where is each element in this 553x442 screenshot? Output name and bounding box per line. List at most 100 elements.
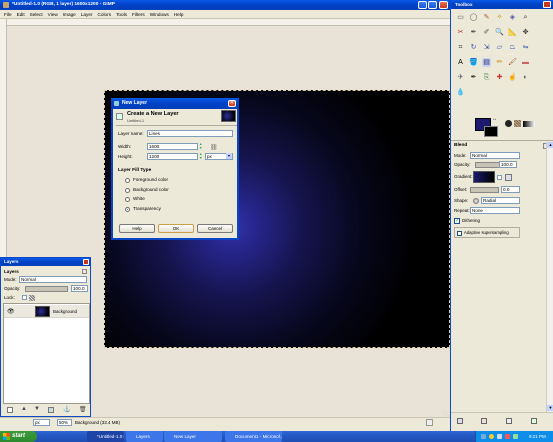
brush-indicator-icon[interactable] [505, 120, 512, 127]
raise-layer-icon[interactable]: ▲ [21, 406, 27, 412]
perspective-tool-icon[interactable]: ⏢ [508, 43, 517, 52]
menu-windows[interactable]: Windows [150, 10, 169, 19]
adaptive-supersampling-checkbox[interactable] [457, 231, 462, 236]
width-spin-arrows[interactable]: ▲ ▼ [199, 142, 202, 150]
scroll-up-icon[interactable]: ▲ [547, 142, 553, 148]
menu-edit[interactable]: Edit [17, 10, 25, 19]
cancel-button[interactable]: Cancel [197, 224, 233, 233]
scroll-down-icon[interactable]: ▼ [547, 405, 553, 411]
color-picker-icon[interactable]: ✐ [482, 28, 491, 37]
menu-file[interactable]: File [4, 10, 12, 19]
tray-icon-1[interactable] [481, 434, 486, 439]
magnify-icon[interactable]: 🔍 [495, 28, 504, 37]
dialog-close-button[interactable]: ✕ [228, 100, 236, 107]
layers-opacity-slider[interactable] [25, 286, 68, 292]
save-options-icon[interactable] [457, 418, 463, 424]
crop-tool-icon[interactable]: ⌗ [456, 43, 465, 52]
paths-icon[interactable]: ✒ [469, 28, 478, 37]
clone-tool-icon[interactable]: ⎘ [482, 73, 491, 82]
toolbox-scrollbar[interactable]: ▲ ▼ [546, 142, 553, 412]
scissors-icon[interactable]: ✂ [456, 28, 465, 37]
gradient-indicator-icon[interactable] [523, 121, 535, 127]
zoom-level[interactable]: 50% [57, 419, 72, 426]
delete-options-icon[interactable] [506, 418, 512, 424]
menu-layer[interactable]: Layer [81, 10, 93, 19]
text-tool-icon[interactable]: A [456, 58, 465, 67]
bucket-fill-icon[interactable]: 🪣 [469, 58, 478, 67]
taskbar-item[interactable]: Layers [126, 431, 163, 442]
airbrush-tool-icon[interactable]: ✈ [456, 73, 465, 82]
anchor-layer-icon[interactable]: ⚓ [63, 406, 70, 413]
pencil-tool-icon[interactable]: ✏ [495, 58, 504, 67]
menu-colors[interactable]: Colors [98, 10, 112, 19]
free-select-icon[interactable]: ✎ [482, 13, 491, 22]
gradient-preview[interactable] [473, 171, 495, 183]
new-layer-icon[interactable] [7, 407, 13, 413]
rotate-tool-icon[interactable]: ↻ [469, 43, 478, 52]
width-input[interactable]: 1600 [147, 143, 198, 150]
delete-layer-icon[interactable]: 🗑 [79, 406, 87, 413]
swap-colors-icon[interactable]: ↔ [492, 116, 497, 122]
layers-tab-menu-icon[interactable] [82, 269, 87, 274]
repeat-select[interactable]: None [470, 207, 520, 214]
height-spin-arrows[interactable]: ▲ ▼ [199, 152, 202, 160]
menu-filters[interactable]: Filters [132, 10, 145, 19]
layers-opacity-value[interactable]: 100.0 [71, 285, 88, 292]
fill-radio-foreground-color[interactable] [125, 178, 130, 183]
taskbar-item[interactable]: *Untitled-1.0 (R... [87, 431, 124, 442]
minimize-button[interactable] [418, 1, 427, 9]
fill-radio-white[interactable] [125, 197, 130, 202]
ellipse-select-icon[interactable]: ◯ [469, 13, 478, 22]
reset-options-icon[interactable] [531, 418, 537, 424]
gradient-editor-icon[interactable] [505, 174, 512, 181]
menu-image[interactable]: Image [63, 10, 76, 19]
layer-name-input[interactable]: Lines [147, 130, 233, 137]
layers-close-button[interactable] [83, 259, 89, 265]
paintbrush-tool-icon[interactable]: 🖌 [508, 58, 517, 67]
heal-tool-icon[interactable]: ✚ [495, 73, 504, 82]
eraser-tool-icon[interactable]: ▬ [521, 58, 530, 67]
blend-mode-select[interactable]: Normal [470, 152, 520, 159]
restore-options-icon[interactable] [481, 418, 487, 424]
fill-radio-transparency[interactable] [125, 206, 130, 212]
rect-select-icon[interactable]: ▭ [456, 13, 465, 22]
taskbar-item[interactable]: New Layer [164, 431, 222, 442]
layers-list[interactable]: 👁 Background [3, 303, 90, 404]
unit-selector[interactable]: px [33, 419, 50, 426]
background-color-swatch[interactable] [484, 126, 498, 137]
unit-dropdown-icon[interactable]: ▾ [226, 153, 232, 159]
height-input[interactable]: 1200 [147, 153, 198, 160]
close-button[interactable] [439, 1, 448, 9]
shape-select[interactable]: Radial [481, 197, 520, 204]
scale-tool-icon[interactable]: ⇲ [482, 43, 491, 52]
lock-pixels-checkbox[interactable] [22, 295, 27, 300]
measure-icon[interactable]: 📐 [508, 28, 517, 37]
flip-tool-icon[interactable]: ⇋ [521, 43, 530, 52]
duplicate-layer-icon[interactable] [48, 407, 54, 413]
lower-layer-icon[interactable]: ▼ [34, 406, 40, 412]
chain-link-icon[interactable]: ⛓ [210, 144, 218, 151]
fill-radio-background-color[interactable] [125, 187, 130, 193]
menu-view[interactable]: View [48, 10, 58, 19]
start-button[interactable]: start [0, 431, 37, 442]
taskbar-item[interactable]: Document1 - Microsof... [225, 431, 282, 442]
blur-sharpen-icon[interactable]: 💧 [456, 88, 465, 97]
help-button[interactable]: Help [119, 224, 155, 233]
tray-icon-3[interactable] [497, 434, 502, 439]
move-tool-icon[interactable]: ✥ [521, 28, 530, 37]
maximize-button[interactable] [428, 1, 437, 9]
reverse-gradient-checkbox[interactable] [497, 175, 502, 180]
menu-tools[interactable]: Tools [116, 10, 127, 19]
blend-opacity-value[interactable]: 100.0 [499, 161, 517, 168]
tray-icon-4[interactable] [505, 434, 510, 439]
blend-tool-icon[interactable]: ▤ [482, 58, 491, 67]
tray-icon-5[interactable] [513, 434, 518, 439]
pattern-indicator-icon[interactable] [514, 120, 521, 127]
fuzzy-select-icon[interactable]: ✧ [495, 13, 504, 22]
layer-visibility-eye-icon[interactable]: 👁 [7, 308, 15, 315]
ok-button[interactable]: OK [158, 224, 194, 233]
offset-slider[interactable] [470, 187, 499, 193]
layer-row-background[interactable]: 👁 Background [4, 305, 89, 318]
shear-tool-icon[interactable]: ▱ [495, 43, 504, 52]
menu-select[interactable]: Select [30, 10, 43, 19]
